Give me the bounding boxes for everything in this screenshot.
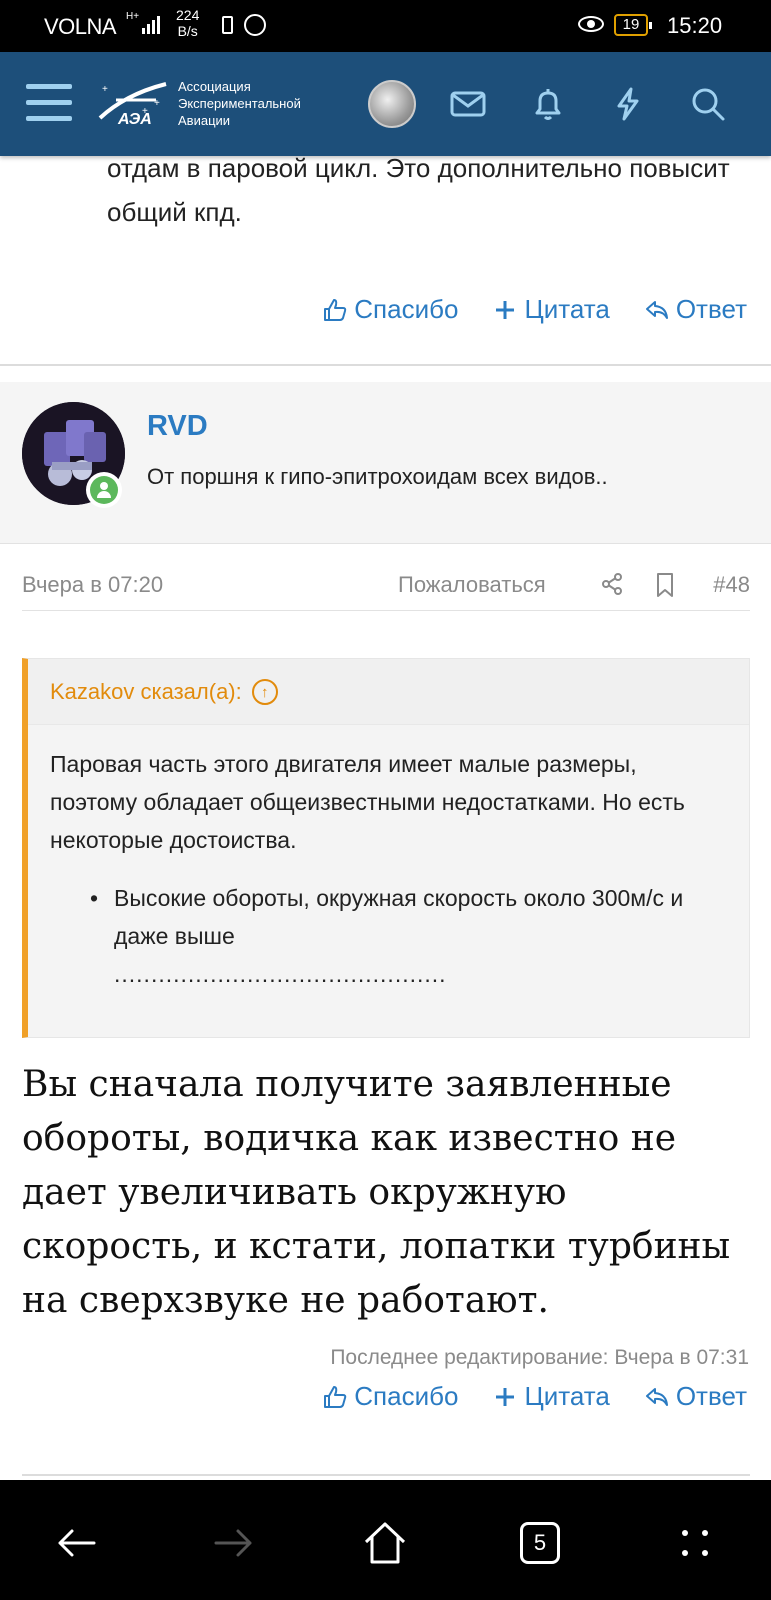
like-button[interactable]: Спасибо [322,1381,458,1412]
site-logo[interactable]: АЭА + + + [96,74,180,134]
plus-icon [496,1387,515,1406]
quote-list-item: • Высокие обороты, окружная скорость око… [90,879,714,955]
speed-value: 224 [176,7,200,23]
post-author-block: RVD От поршня к гипо-эпитрохоидам всех в… [0,382,771,544]
browser-nav-bar: 5 [0,1480,771,1600]
bullet: • [90,885,99,911]
quote-author-link[interactable]: Kazakov сказал(а): ↑ [50,679,278,705]
status-bar: VOLNA H+ 224 B/s 19 15:20 [0,0,771,52]
eye-icon [578,16,604,32]
site-name-line: Авиации [178,113,231,128]
post-number[interactable]: #48 [713,572,750,598]
sim-icon [222,16,233,34]
quote-author: Kazakov сказал(а): [50,679,242,704]
thumbs-up-icon [324,298,347,321]
reply-icon [645,1387,668,1406]
quote-dots: ........................................… [114,961,447,987]
post-divider [22,1474,750,1476]
menu-icon[interactable] [26,84,72,124]
quote-label: Цитата [524,294,610,324]
viber-icon [244,14,266,36]
battery-icon: 19 [614,14,652,36]
author-name[interactable]: RVD [147,410,208,443]
plus-icon [496,300,515,319]
mail-icon[interactable] [448,84,488,124]
quote-label: Цитата [524,1381,610,1411]
tabs-icon[interactable]: 5 [520,1522,560,1564]
post-meta: Вчера в 07:20 Пожаловаться #48 [22,570,750,610]
reply-label: Ответ [675,294,747,324]
site-name-line: Экспериментальной [178,96,301,111]
quote-button[interactable]: Цитата [492,1381,610,1412]
carrier-name: VOLNA [44,14,117,39]
reply-button[interactable]: Ответ [644,294,747,325]
speed-unit: B/s [177,23,198,39]
svg-text:+: + [102,84,108,95]
meta-divider [22,610,750,611]
post-date[interactable]: Вчера в 07:20 [22,572,163,598]
site-name-line: Ассоциация [178,79,251,94]
prev-post-actions: Спасибо Цитата Ответ [322,294,747,325]
bookmark-icon[interactable] [653,572,677,598]
post-divider [0,364,771,366]
svg-text:+: + [154,98,160,109]
network-speed: 224 B/s [176,7,199,39]
reply-button[interactable]: Ответ [644,1381,747,1412]
like-label: Спасибо [354,294,459,324]
quote-block: Kazakov сказал(а): ↑ Паровая часть этого… [22,658,750,1038]
back-arrow-icon[interactable] [52,1518,102,1568]
clock: 15:20 [667,13,723,38]
like-button[interactable]: Спасибо [322,294,458,325]
quote-button[interactable]: Цитата [492,294,610,325]
lightning-icon[interactable] [608,84,648,124]
home-icon[interactable] [360,1518,410,1568]
prev-post-text: отдам в паровой цикл. Это дополнительно … [107,153,730,227]
user-avatar[interactable] [368,80,416,128]
report-link[interactable]: Пожаловаться [398,572,546,598]
network-type: H+ [126,11,140,22]
post-actions: Спасибо Цитата Ответ [322,1381,747,1412]
more-icon[interactable] [670,1518,720,1568]
like-label: Спасибо [354,1381,459,1411]
post-body: Вы сначала получите заявленные обороты, … [22,1064,731,1321]
quote-text: Паровая часть этого двигателя имеет малы… [50,751,685,853]
quote-list-text: Высокие обороты, окружная скорость около… [114,885,684,949]
bell-icon[interactable] [528,84,568,124]
search-icon[interactable] [688,84,728,124]
signal-icon [142,16,160,34]
app-header: АЭА + + + Ассоциация Экспериментальной А… [0,52,771,156]
svg-text:+: + [142,106,148,117]
author-title: От поршня к гипо-эпитрохоидам всех видов… [147,464,608,489]
online-status-icon [86,472,122,508]
share-icon[interactable] [600,572,624,596]
reply-label: Ответ [675,1381,747,1411]
site-name: Ассоциация Экспериментальной Авиации [178,78,301,129]
quote-header: Kazakov сказал(а): ↑ [28,659,749,725]
reply-icon [645,300,668,319]
thumbs-up-icon [324,1385,347,1408]
edited-note: Последнее редактирование: Вчера в 07:31 [330,1346,749,1369]
arrow-up-icon: ↑ [251,679,278,705]
forward-arrow-icon[interactable] [208,1518,258,1568]
